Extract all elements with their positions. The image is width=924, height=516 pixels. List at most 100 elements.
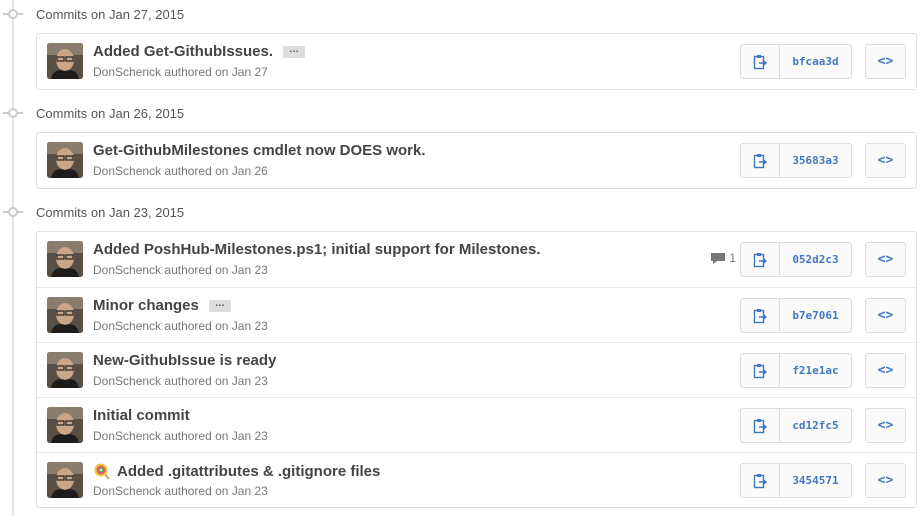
code-icon: <> xyxy=(877,473,894,488)
avatar[interactable] xyxy=(47,462,83,498)
commit-row: Minor changes … DonSchenck authored on Jan… xyxy=(37,287,916,342)
copy-sha-button[interactable] xyxy=(741,354,780,387)
sha-button-group: 35683a3 xyxy=(740,143,852,178)
avatar[interactable] xyxy=(47,43,83,79)
commit-title: Initial commit xyxy=(93,407,190,424)
commit-group-title: Commits on Jan 26, 2015 xyxy=(36,105,185,121)
commit-date: authored on Jan 23 xyxy=(164,484,268,498)
clipboard-icon xyxy=(753,153,767,169)
commit-group-title: Commits on Jan 23, 2015 xyxy=(36,204,185,220)
code-icon: <> xyxy=(877,308,894,323)
clipboard-icon xyxy=(753,54,767,70)
commit-author[interactable]: DonSchenck xyxy=(93,374,161,388)
comment-icon xyxy=(710,252,726,265)
browse-repo-button[interactable]: <> xyxy=(865,353,906,388)
commit-date: authored on Jan 27 xyxy=(164,65,268,79)
commit-meta: DonSchenck authored on Jan 26 xyxy=(93,164,268,178)
commit-author[interactable]: DonSchenck xyxy=(93,65,161,79)
clipboard-icon xyxy=(753,252,767,268)
commit-title: Added Get-GithubIssues. … xyxy=(93,43,306,60)
commit-date: authored on Jan 23 xyxy=(164,319,268,333)
commit-date: authored on Jan 23 xyxy=(164,263,268,277)
commit-message-link[interactable]: Initial commit xyxy=(93,407,190,424)
avatar[interactable] xyxy=(47,352,83,388)
code-icon: <> xyxy=(877,153,894,168)
commit-row: Initial commit DonSchenck authored on Jan… xyxy=(37,397,916,452)
browse-repo-button[interactable]: <> xyxy=(865,408,906,443)
git-commit-icon xyxy=(2,8,24,20)
commit-sha-link[interactable]: cd12fc5 xyxy=(780,409,851,442)
sha-button-group: 3454571 xyxy=(740,463,852,498)
avatar[interactable] xyxy=(47,142,83,178)
commit-message-link[interactable]: Added Get-GithubIssues. xyxy=(93,43,273,60)
copy-sha-button[interactable] xyxy=(741,409,780,442)
commit-date: authored on Jan 23 xyxy=(164,429,268,443)
commit-message-link[interactable]: Get-GithubMilestones cmdlet now DOES wor… xyxy=(93,142,426,159)
clipboard-icon xyxy=(753,308,767,324)
code-icon: <> xyxy=(877,252,894,267)
copy-sha-button[interactable] xyxy=(741,243,780,276)
commit-meta: DonSchenck authored on Jan 23 xyxy=(93,263,268,277)
commit-meta: DonSchenck authored on Jan 23 xyxy=(93,374,268,388)
commit-sha-link[interactable]: f21e1ac xyxy=(780,354,851,387)
commit-message-link[interactable]: Added .gitattributes & .gitignore files xyxy=(117,463,380,480)
avatar[interactable] xyxy=(47,407,83,443)
comment-count-value: 1 xyxy=(729,251,736,265)
git-commit-icon xyxy=(2,206,24,218)
commit-list: Get-GithubMilestones cmdlet now DOES wor… xyxy=(36,132,917,189)
commit-message-link[interactable]: Minor changes xyxy=(93,297,199,314)
copy-sha-button[interactable] xyxy=(741,45,780,78)
commit-author[interactable]: DonSchenck xyxy=(93,484,161,498)
commit-sha-link[interactable]: 052d2c3 xyxy=(780,243,851,276)
expand-message-button[interactable]: … xyxy=(283,44,306,58)
commit-group-title: Commits on Jan 27, 2015 xyxy=(36,6,185,22)
copy-sha-button[interactable] xyxy=(741,299,780,332)
commit-sha-link[interactable]: 3454571 xyxy=(780,464,851,497)
browse-repo-button[interactable]: <> xyxy=(865,242,906,277)
browse-repo-button[interactable]: <> xyxy=(865,143,906,178)
avatar[interactable] xyxy=(47,241,83,277)
commit-message-link[interactable]: Added PoshHub-Milestones.ps1; initial su… xyxy=(93,241,541,258)
clipboard-icon xyxy=(753,418,767,434)
git-commit-icon xyxy=(2,107,24,119)
clipboard-icon xyxy=(753,363,767,379)
copy-sha-button[interactable] xyxy=(741,464,780,497)
comment-count[interactable]: 1 xyxy=(710,251,736,265)
commit-row: Added PoshHub-Milestones.ps1; initial su… xyxy=(37,232,916,287)
copy-sha-button[interactable] xyxy=(741,144,780,177)
commit-title: Added .gitattributes & .gitignore files xyxy=(93,462,380,480)
commit-row: Get-GithubMilestones cmdlet now DOES wor… xyxy=(37,133,916,188)
commit-list: Added PoshHub-Milestones.ps1; initial su… xyxy=(36,231,917,508)
browse-repo-button[interactable]: <> xyxy=(865,463,906,498)
avatar[interactable] xyxy=(47,297,83,333)
sha-button-group: b7e7061 xyxy=(740,298,852,333)
commit-meta: DonSchenck authored on Jan 27 xyxy=(93,65,268,79)
commit-title: Added PoshHub-Milestones.ps1; initial su… xyxy=(93,241,541,258)
timeline-line xyxy=(12,0,14,516)
commit-title: Minor changes … xyxy=(93,297,231,314)
commit-meta: DonSchenck authored on Jan 23 xyxy=(93,319,268,333)
commit-sha-link[interactable]: b7e7061 xyxy=(780,299,851,332)
browse-repo-button[interactable]: <> xyxy=(865,298,906,333)
commit-row: Added .gitattributes & .gitignore files D… xyxy=(37,452,916,507)
commit-list: Added Get-GithubIssues. … DonSchenck autho… xyxy=(36,33,917,90)
commit-author[interactable]: DonSchenck xyxy=(93,429,161,443)
lollipop-icon xyxy=(93,462,111,480)
commit-row: Added Get-GithubIssues. … DonSchenck autho… xyxy=(37,34,916,89)
code-icon: <> xyxy=(877,54,894,69)
expand-message-button[interactable]: … xyxy=(208,298,231,312)
commit-author[interactable]: DonSchenck xyxy=(93,164,161,178)
clipboard-icon xyxy=(753,473,767,489)
commit-author[interactable]: DonSchenck xyxy=(93,263,161,277)
sha-button-group: bfcaa3d xyxy=(740,44,852,79)
sha-button-group: cd12fc5 xyxy=(740,408,852,443)
sha-button-group: f21e1ac xyxy=(740,353,852,388)
commit-message-link[interactable]: New-GithubIssue is ready xyxy=(93,352,276,369)
browse-repo-button[interactable]: <> xyxy=(865,44,906,79)
commit-meta: DonSchenck authored on Jan 23 xyxy=(93,429,268,443)
sha-button-group: 052d2c3 xyxy=(740,242,852,277)
commit-sha-link[interactable]: bfcaa3d xyxy=(780,45,851,78)
commit-sha-link[interactable]: 35683a3 xyxy=(780,144,851,177)
code-icon: <> xyxy=(877,363,894,378)
commit-author[interactable]: DonSchenck xyxy=(93,319,161,333)
